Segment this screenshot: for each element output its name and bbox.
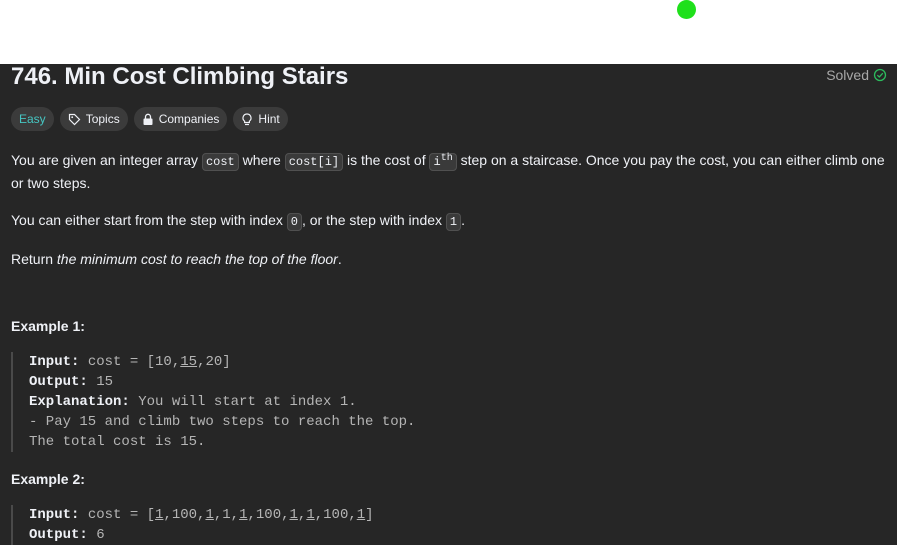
output-value: 15 xyxy=(87,374,114,390)
underlined-value: 1 xyxy=(356,507,366,523)
inline-code: ith xyxy=(429,153,457,171)
example-output-line: Output: 15 xyxy=(29,372,889,392)
difficulty-label: Easy xyxy=(19,112,46,126)
example-explanation-line: - Pay 15 and climb two steps to reach th… xyxy=(29,414,416,430)
topics-label: Topics xyxy=(85,112,120,126)
example-input-line: Input: cost = [1,100,1,1,1,100,1,1,100,1… xyxy=(29,505,889,525)
inline-code: 0 xyxy=(286,213,302,231)
example-output-line: Output: 6 xyxy=(29,525,889,545)
code-text: ] xyxy=(365,507,374,523)
problem-statement: You are given an integer array cost wher… xyxy=(11,148,891,286)
underlined-value: 1 xyxy=(239,507,248,523)
difficulty-badge: Easy xyxy=(11,107,54,131)
code-text: ,20] xyxy=(197,354,231,370)
statement-paragraph-1: You are given an integer array cost wher… xyxy=(11,148,891,194)
code-text: ,1, xyxy=(213,507,240,523)
lightbulb-icon xyxy=(241,112,253,126)
companies-button[interactable]: Companies xyxy=(133,107,228,131)
example-1-heading: Example 1: xyxy=(11,318,85,334)
text: . xyxy=(461,212,466,228)
hint-button[interactable]: Hint xyxy=(233,107,288,131)
input-label: Input: xyxy=(29,507,80,523)
companies-label: Companies xyxy=(158,112,220,126)
solved-status: Solved xyxy=(826,67,887,83)
inline-code: cost xyxy=(201,153,239,171)
text: You can either start from the step with … xyxy=(11,212,287,228)
underlined-value: 1 xyxy=(306,507,315,523)
emphasis-text: the minimum cost to reach the top of the… xyxy=(56,251,338,267)
lock-icon xyxy=(142,113,154,126)
solved-check-icon xyxy=(873,68,887,82)
example-2-heading: Example 2: xyxy=(11,471,85,487)
example-1-block: Input: cost = [10,15,20] Output: 15 Expl… xyxy=(11,352,889,452)
topics-button[interactable]: Topics xyxy=(59,107,128,131)
text: You are given an integer array xyxy=(11,152,202,168)
underlined-value: 1 xyxy=(205,507,214,523)
text: . xyxy=(337,251,342,267)
solved-label: Solved xyxy=(826,67,869,83)
tag-row: Easy Topics Companies Hint xyxy=(11,107,288,131)
underlined-value: 1 xyxy=(289,507,298,523)
inline-code: 1 xyxy=(445,213,462,231)
statement-paragraph-3: Return the minimum cost to reach the top… xyxy=(11,249,891,270)
tag-icon xyxy=(68,113,81,126)
code-text: cost = [10, xyxy=(79,354,181,370)
code-text: cost = [ xyxy=(79,507,156,523)
superscript: th xyxy=(440,153,453,164)
text: , or the step with index xyxy=(301,212,446,228)
code-text: ,100, xyxy=(247,507,290,523)
example-explanation-line: Explanation: You will start at index 1. xyxy=(29,392,889,412)
underlined-value: 15 xyxy=(180,354,198,370)
text: is the cost of xyxy=(343,152,430,168)
green-status-dot xyxy=(677,0,696,19)
code-text: ,100, xyxy=(163,507,206,523)
example-explanation-line: The total cost is 15. xyxy=(29,434,206,450)
browser-top-area xyxy=(0,0,897,64)
problem-description-panel: 746. Min Cost Climbing Stairs Solved Eas… xyxy=(0,62,897,545)
explanation-text: You will start at index 1. xyxy=(129,394,357,410)
inline-code: cost[i] xyxy=(284,153,344,171)
example-2-block: Input: cost = [1,100,1,1,1,100,1,1,100,1… xyxy=(11,505,889,545)
code-text: ,100, xyxy=(314,507,357,523)
explanation-label: Explanation: xyxy=(29,394,130,410)
example-input-line: Input: cost = [10,15,20] xyxy=(29,352,889,372)
text: Return xyxy=(11,251,57,267)
problem-title[interactable]: 746. Min Cost Climbing Stairs xyxy=(11,62,348,92)
hint-label: Hint xyxy=(258,112,280,126)
statement-paragraph-2: You can either start from the step with … xyxy=(11,210,891,233)
output-label: Output: xyxy=(29,527,88,543)
text: where xyxy=(238,152,285,168)
code-text: i xyxy=(433,155,441,169)
output-value: 6 xyxy=(87,527,105,543)
output-label: Output: xyxy=(29,374,88,390)
input-label: Input: xyxy=(29,354,80,370)
